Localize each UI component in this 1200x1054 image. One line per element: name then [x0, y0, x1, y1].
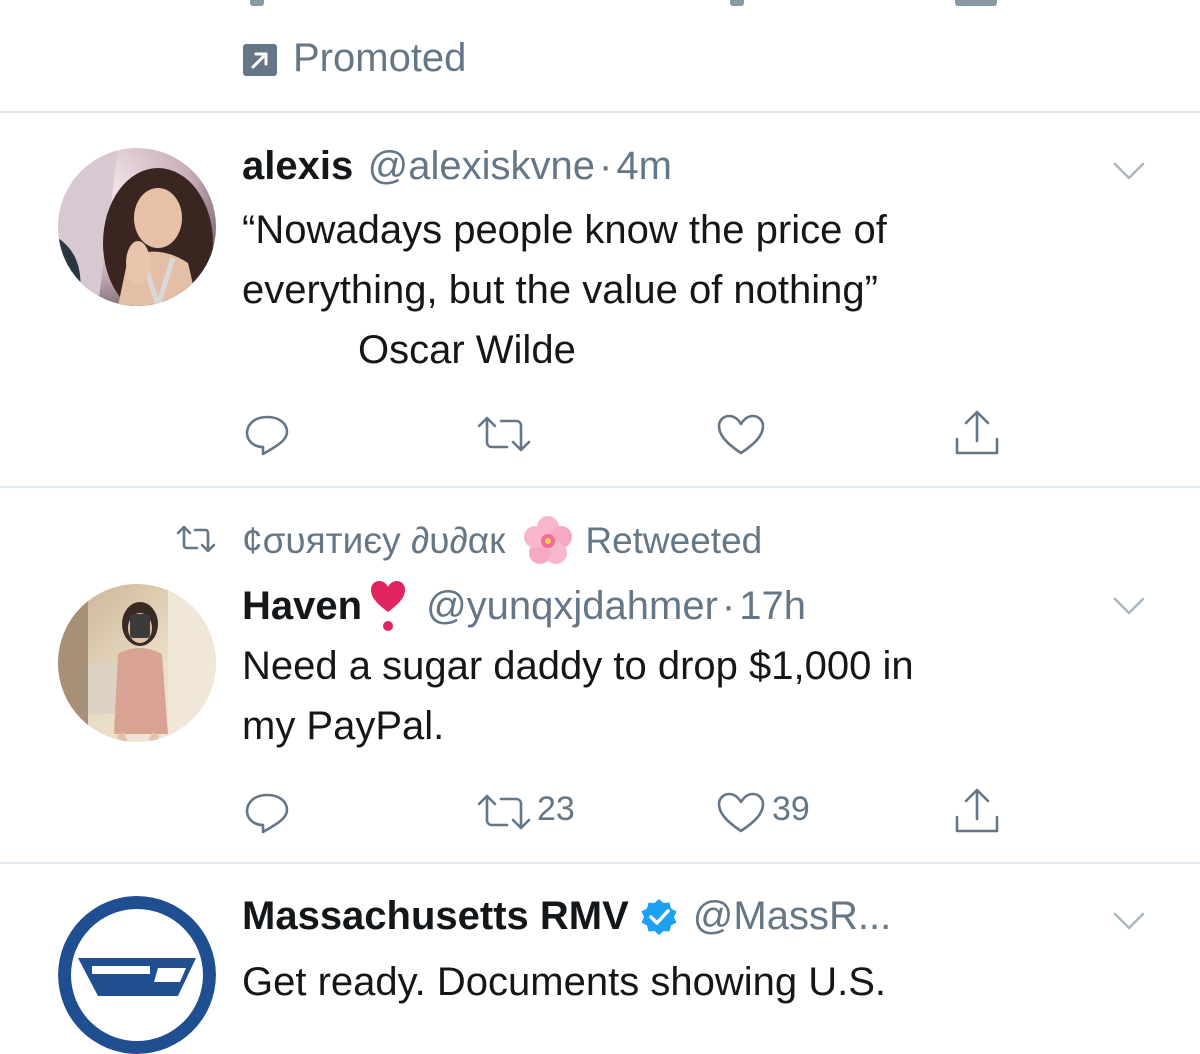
previous-tweet-action-stub — [730, 0, 744, 6]
tweet-header: Massachusetts RMV @MassR... — [242, 894, 891, 939]
previous-tweet-action-stub — [250, 0, 264, 6]
retweeted-label: Retweeted — [585, 520, 763, 561]
tweet-text-line: my PayPal. — [242, 704, 445, 748]
chevron-down-icon[interactable] — [1112, 595, 1146, 617]
avatar[interactable] — [58, 584, 216, 742]
user-name[interactable]: alexis — [242, 144, 353, 188]
user-name[interactable]: Haven — [242, 584, 362, 629]
retweet-count: 23 — [537, 790, 575, 828]
share-icon[interactable] — [952, 409, 1002, 459]
avatar[interactable] — [58, 896, 216, 1054]
tweet-text-line: Need a sugar daddy to drop $1,000 in — [242, 644, 914, 688]
user-handle[interactable]: @yunqxjdahmer — [426, 584, 718, 629]
promoted-icon — [243, 44, 277, 76]
tweet-time[interactable]: 17h — [739, 584, 806, 629]
tweet-header: alexis @alexiskvne · 4m — [242, 144, 672, 189]
retweeter-name[interactable]: ¢συятиєу ∂υ∂αк — [242, 520, 505, 562]
separator-dot: · — [721, 583, 736, 628]
user-handle[interactable]: @alexiskvne — [368, 144, 595, 188]
retweet-icon[interactable] — [475, 414, 535, 454]
like-icon[interactable] — [716, 413, 766, 457]
tweet-text-line: Get ready. Documents showing U.S. — [242, 960, 886, 1004]
reply-icon[interactable] — [243, 790, 293, 836]
cherry-blossom-icon — [524, 516, 573, 564]
tweet-text-line: Oscar Wilde — [358, 328, 576, 372]
user-name[interactable]: Massachusetts RMV — [242, 894, 629, 939]
avatar[interactable] — [58, 148, 216, 306]
reply-icon[interactable] — [243, 412, 293, 458]
retweet-icon[interactable] — [475, 792, 535, 832]
divider — [0, 111, 1200, 113]
tweet-header: Haven @yunqxjdahmer · 17h — [242, 578, 806, 634]
previous-tweet-action-stub — [955, 0, 997, 6]
tweet-text-line: everything, but the value of nothing” — [242, 268, 878, 312]
user-handle[interactable]: @MassR... — [693, 894, 891, 939]
share-icon[interactable] — [952, 787, 1002, 837]
like-count: 39 — [772, 790, 810, 828]
chevron-down-icon[interactable] — [1112, 160, 1146, 182]
like-icon[interactable] — [716, 791, 766, 835]
divider — [0, 486, 1200, 488]
heart-exclamation-icon — [371, 581, 406, 631]
tweet-text-line: “Nowadays people know the price of — [242, 208, 887, 252]
chevron-down-icon[interactable] — [1112, 910, 1146, 932]
retweet-context-icon — [176, 525, 216, 553]
divider — [0, 862, 1200, 864]
tweet-time[interactable]: 4m — [616, 144, 672, 188]
promoted-label: Promoted — [293, 36, 467, 80]
verified-badge-icon — [641, 898, 677, 935]
retweet-context: ¢συятиєу ∂υ∂αк Retweeted — [242, 514, 762, 568]
separator-dot: · — [599, 144, 613, 188]
